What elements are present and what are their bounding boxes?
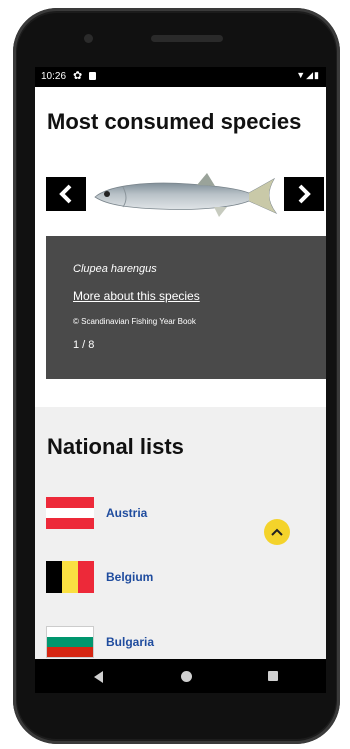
nav-back-icon[interactable] (94, 671, 103, 683)
country-name: Bulgaria (106, 635, 155, 649)
country-item-belgium[interactable]: Belgium (46, 560, 153, 594)
signal-battery-icons: ▼◢▮ (296, 70, 320, 80)
chevron-right-icon (298, 184, 311, 204)
app-screen: 10:26 ✿ ▼◢▮ Most consumed species Clupea… (35, 67, 326, 659)
scroll-to-top-button[interactable] (264, 519, 290, 545)
bulgaria-flag (46, 626, 94, 658)
country-item-austria[interactable]: Austria (46, 496, 147, 530)
belgium-flag (46, 561, 94, 593)
status-bar: 10:26 ✿ ▼◢▮ (35, 67, 326, 87)
sd-card-icon (89, 72, 96, 80)
nav-recent-icon[interactable] (268, 671, 278, 681)
carousel-prev-button[interactable] (46, 177, 86, 211)
austria-flag (46, 497, 94, 530)
chevron-up-icon (271, 528, 283, 536)
front-camera (84, 34, 93, 43)
nav-home-icon[interactable] (181, 671, 192, 682)
national-lists-title: National lists (47, 434, 184, 459)
chevron-left-icon (59, 184, 72, 204)
status-time: 10:26 (41, 71, 67, 82)
species-carousel (35, 163, 326, 233)
settings-icon: ✿ (73, 70, 83, 82)
species-name: Clupea harengus (73, 263, 157, 275)
country-item-bulgaria[interactable]: Bulgaria (46, 625, 154, 659)
carousel-next-button[interactable] (284, 177, 324, 211)
fish-image (94, 173, 278, 217)
country-name: Belgium (106, 570, 154, 584)
earpiece-speaker (151, 35, 223, 42)
android-nav-bar (35, 659, 326, 693)
species-section-title: Most consumed species (47, 109, 302, 134)
country-name: Austria (106, 506, 148, 520)
image-copyright: © Scandinavian Fishing Year Book (73, 317, 196, 326)
more-about-species-link[interactable]: More about this species (73, 289, 200, 303)
carousel-counter: 1 / 8 (73, 339, 95, 351)
species-info-panel: Clupea harengus More about this species … (46, 236, 326, 379)
